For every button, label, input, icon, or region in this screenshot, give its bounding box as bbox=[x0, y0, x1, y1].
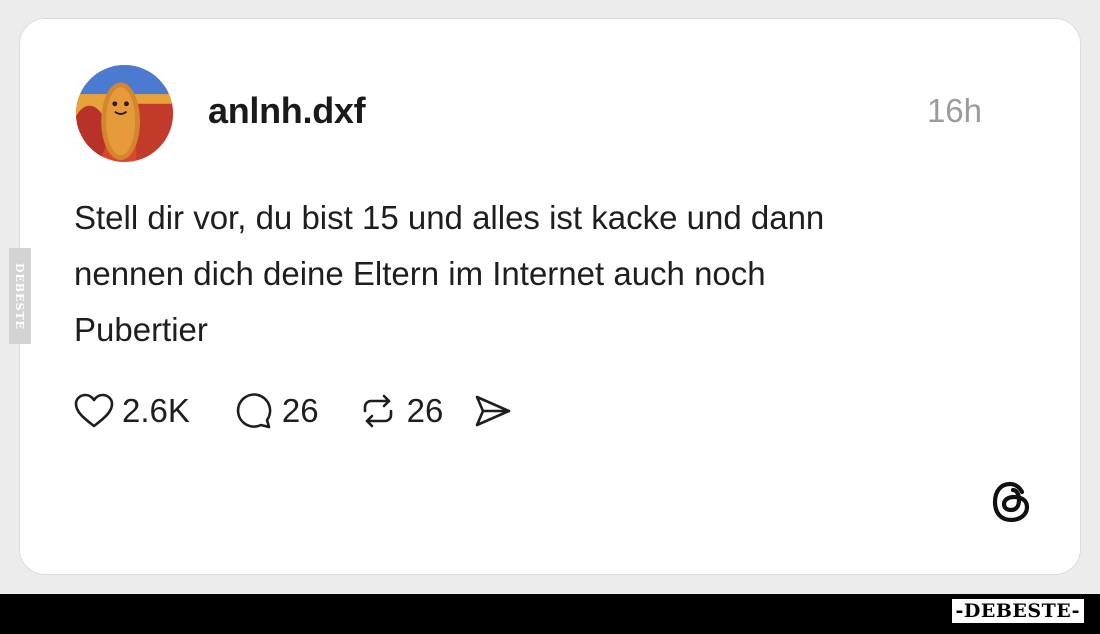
threads-logo-icon bbox=[988, 478, 1036, 526]
user-avatar[interactable] bbox=[76, 65, 173, 162]
side-watermark-text: DEBESTE bbox=[13, 262, 27, 330]
post-text-line: Stell dir vor, du bist 15 und alles ist … bbox=[74, 199, 825, 236]
send-icon bbox=[476, 395, 511, 427]
comment-count: 26 bbox=[281, 392, 319, 429]
like-button[interactable]: 2.6K bbox=[74, 389, 190, 433]
footer-bar: -DEBESTE- bbox=[0, 594, 1100, 634]
comment-bubble-icon bbox=[236, 393, 272, 429]
repost-icon bbox=[363, 394, 392, 428]
post-timestamp: 16h bbox=[926, 92, 982, 129]
repost-button[interactable]: 26 bbox=[357, 389, 444, 433]
username[interactable]: anlnh.dxf bbox=[208, 90, 366, 132]
like-count: 2.6K bbox=[122, 392, 190, 429]
share-button[interactable] bbox=[473, 389, 513, 433]
comment-button[interactable]: 26 bbox=[234, 389, 319, 433]
post-text-line: nennen dich deine Eltern im Internet auc… bbox=[74, 255, 766, 292]
hotdog-avatar-image bbox=[76, 65, 173, 162]
side-watermark: DEBESTE bbox=[9, 248, 31, 344]
post-text-line: Pubertier bbox=[74, 311, 208, 348]
post-actions: 2.6K 26 26 bbox=[74, 389, 513, 433]
repost-count: 26 bbox=[406, 392, 444, 429]
heart-icon bbox=[74, 393, 114, 428]
post-body: Stell dir vor, du bist 15 und alles ist … bbox=[74, 190, 1034, 358]
footer-watermark-logo: -DEBESTE- bbox=[951, 599, 1084, 623]
